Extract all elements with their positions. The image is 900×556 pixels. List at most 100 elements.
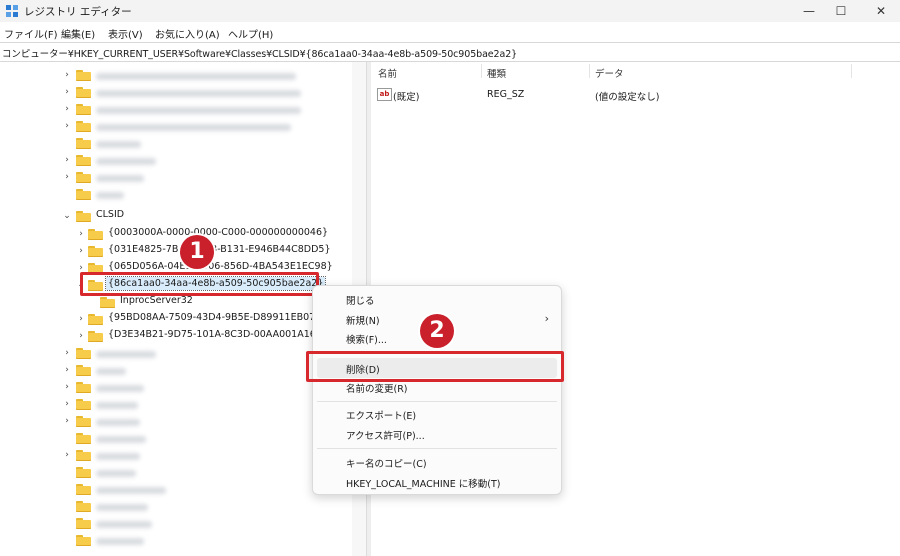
tree-row-clsid-child[interactable]: › {031E4825-7B94-4dc3-B131-E946B44C8DD5}	[0, 244, 340, 260]
menu-item-rename[interactable]: 名前の変更(R)	[346, 381, 408, 395]
chevron-right-icon: ›	[544, 312, 549, 325]
menu-separator	[317, 448, 557, 449]
chevron-right-icon[interactable]: ›	[76, 329, 86, 343]
tree-row-hidden[interactable]: ›	[0, 448, 340, 464]
tree-row-hidden[interactable]: ›	[0, 363, 340, 379]
tree-row-hidden[interactable]	[0, 187, 340, 203]
obscured-key-name	[96, 453, 140, 460]
tree-row-hidden[interactable]	[0, 516, 340, 532]
tree-row-hidden[interactable]: ›	[0, 68, 340, 84]
tree-row-hidden[interactable]: ›	[0, 170, 340, 186]
tree-row-hidden[interactable]	[0, 431, 340, 447]
menu-item-permissions[interactable]: アクセス許可(P)...	[346, 428, 425, 442]
menu-item-find[interactable]: 検索(F)...	[346, 332, 387, 346]
column-header-name[interactable]: 名前	[378, 66, 397, 80]
tree-row-hidden[interactable]: ›	[0, 85, 340, 101]
value-type: REG_SZ	[487, 89, 525, 100]
chevron-right-icon[interactable]: ›	[62, 153, 72, 167]
folder-icon	[76, 155, 91, 166]
string-value-icon: ab	[377, 88, 392, 101]
chevron-right-icon[interactable]: ›	[62, 363, 72, 377]
chevron-right-icon[interactable]: ›	[76, 312, 86, 326]
value-name: (既定)	[393, 92, 420, 103]
tree-row-hidden[interactable]: ›	[0, 153, 340, 169]
folder-icon	[76, 382, 91, 393]
menu-item-collapse[interactable]: 閉じる	[346, 293, 375, 307]
highlight-delete-item	[306, 351, 564, 382]
obscured-key-name	[96, 436, 146, 443]
column-divider[interactable]	[481, 64, 482, 78]
folder-icon	[76, 450, 91, 461]
chevron-right-icon[interactable]: ›	[62, 414, 72, 428]
minimize-button[interactable]: —	[794, 2, 824, 20]
folder-icon	[76, 518, 91, 529]
chevron-right-icon[interactable]: ›	[62, 102, 72, 116]
chevron-down-icon[interactable]: ⌄	[62, 209, 72, 223]
tree-row-clsid-child[interactable]: › {D3E34B21-9D75-101A-8C3D-00AA001A165	[0, 329, 340, 345]
chevron-right-icon[interactable]: ›	[62, 85, 72, 99]
tree-row-hidden[interactable]	[0, 499, 340, 515]
tree-row-hidden[interactable]	[0, 533, 340, 549]
chevron-right-icon[interactable]: ›	[76, 244, 86, 258]
column-header-data[interactable]: データ	[595, 66, 624, 80]
maximize-button[interactable]: ☐	[826, 2, 856, 20]
menu-item-copy-key-name[interactable]: キー名のコピー(C)	[346, 456, 427, 470]
tree-row-hidden[interactable]: ›	[0, 414, 340, 430]
tree-row-clsid-child[interactable]: › {95BD08AA-7509-43D4-9B5E-D89911EB07C	[0, 312, 340, 328]
column-divider[interactable]	[851, 64, 852, 78]
folder-icon	[76, 416, 91, 427]
folder-icon	[76, 501, 91, 512]
menu-separator	[317, 401, 557, 402]
menu-favorites[interactable]: お気に入り(A)	[155, 26, 220, 41]
tree-item-label: {95BD08AA-7509-43D4-9B5E-D89911EB07C	[108, 312, 322, 323]
tree-row-clsid[interactable]: ⌄ CLSID	[0, 209, 340, 225]
folder-icon	[88, 314, 103, 325]
key-tree[interactable]: › › › › › › ⌄ CLSID › {0003000A-0000-000…	[0, 62, 352, 556]
obscured-key-name	[96, 538, 144, 545]
chevron-right-icon[interactable]: ›	[62, 68, 72, 82]
chevron-right-icon[interactable]: ›	[62, 397, 72, 411]
menu-edit[interactable]: 編集(E)	[61, 26, 95, 41]
obscured-key-name	[96, 402, 138, 409]
menu-item-new[interactable]: 新規(N)	[346, 313, 380, 327]
column-divider[interactable]	[589, 64, 590, 78]
tree-row-inprocserver32[interactable]: InprocServer32	[0, 295, 340, 311]
menu-item-export[interactable]: エクスポート(E)	[346, 408, 416, 422]
tree-row-hidden[interactable]	[0, 136, 340, 152]
folder-icon	[76, 535, 91, 546]
chevron-right-icon[interactable]: ›	[62, 170, 72, 184]
address-path[interactable]: コンピューター¥HKEY_CURRENT_USER¥Software¥Class…	[2, 46, 517, 60]
tree-row-hidden[interactable]: ›	[0, 102, 340, 118]
obscured-key-name	[96, 158, 156, 165]
obscured-key-name	[96, 107, 301, 114]
close-button[interactable]: ✕	[866, 2, 896, 20]
chevron-right-icon[interactable]: ›	[62, 119, 72, 133]
menu-help[interactable]: ヘルプ(H)	[228, 26, 273, 41]
obscured-key-name	[96, 192, 124, 199]
clsid-label: CLSID	[96, 209, 125, 220]
tree-item-label: {D3E34B21-9D75-101A-8C3D-00AA001A165	[108, 329, 322, 340]
tree-row-hidden[interactable]: ›	[0, 380, 340, 396]
tree-row-hidden[interactable]: ›	[0, 346, 340, 362]
folder-icon	[76, 211, 91, 222]
chevron-right-icon[interactable]: ›	[62, 380, 72, 394]
tree-row-hidden[interactable]	[0, 482, 340, 498]
tree-row-hidden[interactable]: ›	[0, 119, 340, 135]
folder-icon	[76, 433, 91, 444]
address-bar[interactable]: コンピューター¥HKEY_CURRENT_USER¥Software¥Class…	[0, 42, 900, 62]
folder-icon	[76, 104, 91, 115]
tree-row-clsid-child[interactable]: › {0003000A-0000-0000-C000-000000000046}	[0, 227, 340, 243]
chevron-right-icon[interactable]: ›	[76, 227, 86, 241]
obscured-key-name	[96, 141, 141, 148]
menu-view[interactable]: 表示(V)	[108, 26, 143, 41]
chevron-right-icon[interactable]: ›	[62, 346, 72, 360]
value-data: (値の設定なし)	[595, 92, 660, 103]
chevron-right-icon[interactable]: ›	[62, 448, 72, 462]
tree-row-hidden[interactable]	[0, 465, 340, 481]
tree-row-hidden[interactable]: ›	[0, 397, 340, 413]
tree-item-label: {0003000A-0000-0000-C000-000000000046}	[108, 227, 329, 238]
column-header-type[interactable]: 種類	[487, 66, 506, 80]
menu-file[interactable]: ファイル(F)	[4, 26, 58, 41]
folder-icon	[88, 229, 103, 240]
menu-item-goto-hklm[interactable]: HKEY_LOCAL_MACHINE に移動(T)	[346, 476, 501, 490]
